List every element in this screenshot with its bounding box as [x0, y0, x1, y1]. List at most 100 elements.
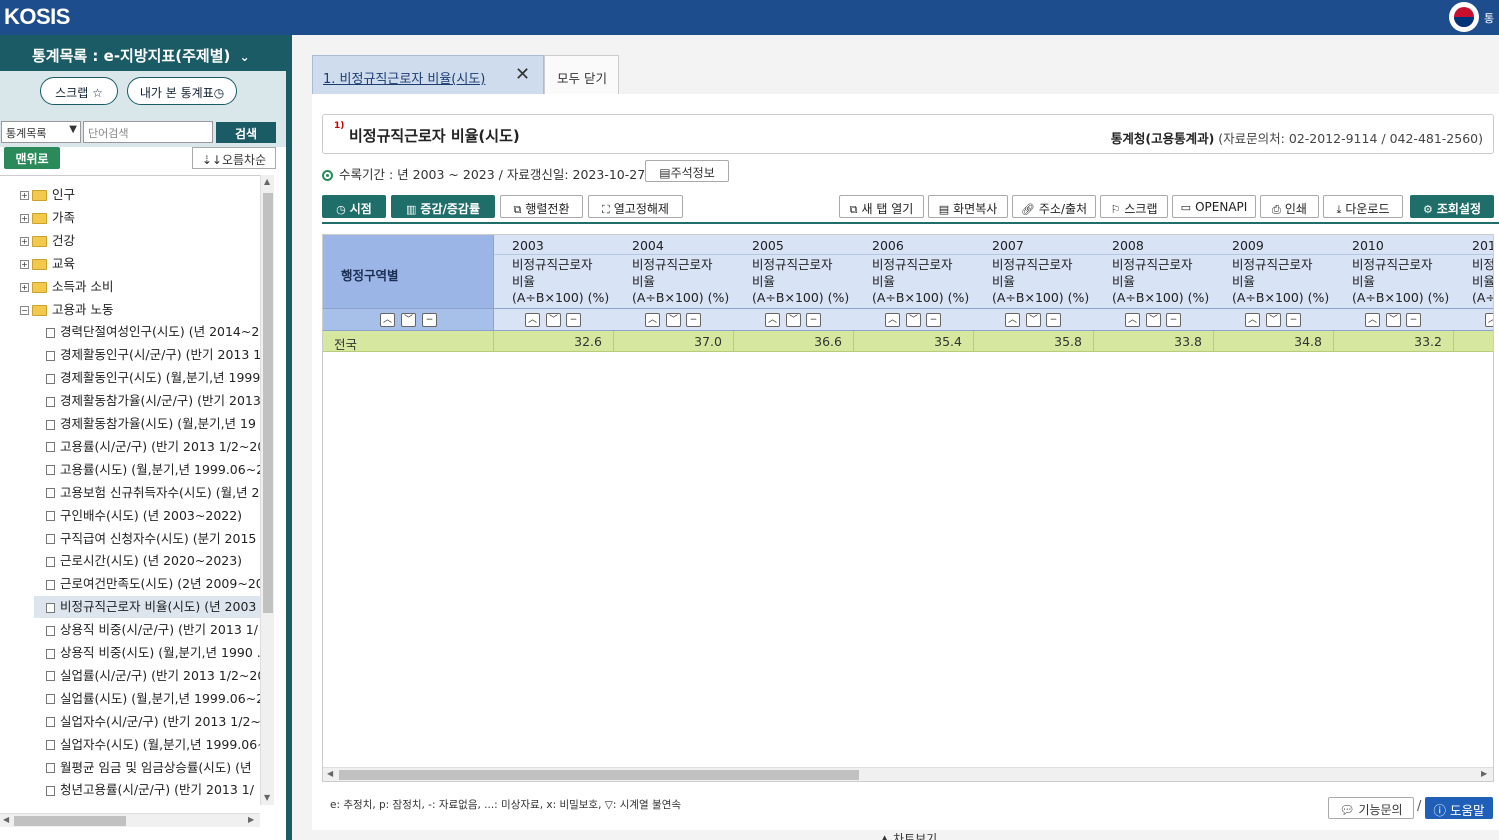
- sort-up-icon[interactable]: ︿: [1485, 313, 1493, 327]
- tree-item[interactable]: 구직급여 신청자수(시도) (분기 2015: [34, 528, 274, 550]
- tree-scroll-thumb[interactable]: [263, 193, 273, 613]
- expand-icon[interactable]: +: [20, 191, 29, 200]
- column-header[interactable]: 2008 비정규직근로자 비율 (A÷B×100) (%) ︿ ﹀ −: [1094, 235, 1214, 331]
- grid-horizontal-scrollbar[interactable]: ◀ ▶: [323, 767, 1493, 781]
- scrap-toolbar-button[interactable]: ⚐ 스크랩: [1100, 195, 1168, 218]
- sort-up-icon[interactable]: ︿: [525, 313, 540, 327]
- column-header[interactable]: 2004 비정규직근로자 비율 (A÷B×100) (%) ︿ ﹀ −: [614, 235, 734, 331]
- close-all-tabs-button[interactable]: 모두 닫기: [544, 55, 619, 94]
- scroll-down-icon[interactable]: ▼: [264, 793, 270, 802]
- sort-down-icon[interactable]: ﹀: [786, 313, 801, 327]
- tree-item[interactable]: 경제활동참가율(시/군/구) (반기 2013: [34, 390, 274, 412]
- tree-folder[interactable]: + 교육: [20, 253, 270, 275]
- tree-item[interactable]: 실업률(시/군/구) (반기 2013 1/2~20: [34, 665, 274, 687]
- new-tab-button[interactable]: ⧉ 새 탭 열기: [839, 195, 924, 218]
- tree-item[interactable]: 경제활동인구(시도) (월,분기,년 1999: [34, 367, 274, 389]
- minus-icon[interactable]: −: [926, 313, 941, 327]
- viewed-tables-button[interactable]: 내가 본 통계표◷: [127, 77, 237, 105]
- sort-up-icon[interactable]: ︿: [1125, 313, 1140, 327]
- sidebar-title[interactable]: 통계목록 : e-지방지표(주제별) ⌄: [0, 35, 286, 71]
- scroll-right-icon[interactable]: ▶: [1481, 769, 1487, 778]
- help-button[interactable]: ⓘ 도움말: [1425, 797, 1493, 819]
- pivot-button[interactable]: ⧉ 행렬전환: [500, 195, 583, 218]
- expand-icon[interactable]: +: [20, 236, 29, 246]
- tree-item[interactable]: 비정규직근로자 비율(시도) (년 2003: [34, 596, 274, 619]
- print-button[interactable]: ⎙ 인쇄: [1260, 195, 1319, 218]
- sort-down-icon[interactable]: ﹀: [1146, 313, 1161, 327]
- query-settings-button[interactable]: ⚙ 조회설정: [1410, 195, 1494, 218]
- scroll-top-button[interactable]: 맨위로: [4, 147, 60, 169]
- tree-item[interactable]: 고용보험 신규취득자수(시도) (월,년 2: [34, 482, 274, 504]
- expand-icon[interactable]: +: [20, 282, 29, 292]
- sort-down-icon[interactable]: ﹀: [1026, 313, 1041, 327]
- column-header[interactable]: 201비정규직근로자비율(A÷B×100) (%)︿﹀−: [1454, 235, 1493, 331]
- tree-item[interactable]: 청년고용률(시도) (분기,년 1999 2/4: [34, 802, 274, 805]
- sort-up-icon[interactable]: ︿: [765, 313, 780, 327]
- sort-down-icon[interactable]: ﹀: [1266, 313, 1281, 327]
- tree-folder[interactable]: − 고용과 노동: [20, 299, 270, 321]
- row-label[interactable]: 전국: [323, 331, 494, 352]
- minus-icon[interactable]: −: [1406, 313, 1421, 327]
- scroll-left-icon[interactable]: ◀: [3, 815, 9, 824]
- minus-icon[interactable]: −: [1166, 313, 1181, 327]
- scroll-left-icon[interactable]: ◀: [327, 769, 333, 778]
- sort-up-icon[interactable]: ︿: [885, 313, 900, 327]
- time-point-button[interactable]: ◷ 시점: [322, 195, 386, 218]
- tree-hscroll-thumb[interactable]: [14, 816, 126, 826]
- tree-folder[interactable]: + 소득과 소비: [20, 276, 270, 298]
- chart-view-toggle[interactable]: ▲ 차트보기: [880, 830, 937, 840]
- expand-icon[interactable]: +: [20, 213, 29, 223]
- download-button[interactable]: ⤓ 다운로드: [1323, 195, 1403, 218]
- tree-folder[interactable]: + 인구: [20, 184, 270, 206]
- column-header[interactable]: 2005 비정규직근로자 비율 (A÷B×100) (%) ︿ ﹀ −: [734, 235, 854, 331]
- tree-item[interactable]: 경제활동참가율(시도) (월,분기,년 19: [34, 413, 274, 435]
- tab-active-table[interactable]: 1. 비정규직근로자 비율(시도) ✕: [312, 55, 544, 94]
- column-header[interactable]: 2006 비정규직근로자 비율 (A÷B×100) (%) ︿ ﹀ −: [854, 235, 974, 331]
- tree-folder[interactable]: + 가족: [20, 207, 270, 229]
- column-header[interactable]: 2007 비정규직근로자 비율 (A÷B×100) (%) ︿ ﹀ −: [974, 235, 1094, 331]
- close-icon[interactable]: ✕: [515, 64, 530, 85]
- minus-icon[interactable]: −: [566, 313, 581, 327]
- tree-item[interactable]: 실업률(시도) (월,분기,년 1999.06~2: [34, 688, 274, 710]
- column-header[interactable]: 2010 비정규직근로자 비율 (A÷B×100) (%) ︿ ﹀ −: [1334, 235, 1454, 331]
- scroll-right-icon[interactable]: ▶: [248, 815, 254, 824]
- minus-icon[interactable]: −: [686, 313, 701, 327]
- sort-up-icon[interactable]: ︿: [1245, 313, 1260, 327]
- grid-hscroll-thumb[interactable]: [339, 770, 859, 780]
- sort-down-icon[interactable]: ﹀: [1386, 313, 1401, 327]
- kosis-logo[interactable]: KOSIS: [4, 4, 70, 30]
- sort-up-icon[interactable]: ︿: [380, 313, 395, 327]
- search-input[interactable]: 단어검색: [83, 121, 213, 143]
- tree-item[interactable]: 상용직 비중(시/군/구) (반기 2013 1/: [34, 619, 274, 641]
- tree-item[interactable]: 청년고용률(시/군/구) (반기 2013 1/: [34, 779, 274, 801]
- row-header-admin-region[interactable]: 행정구역별: [323, 235, 494, 309]
- search-scope-select[interactable]: 통계목록 ▼: [1, 121, 81, 143]
- tree-item[interactable]: 월평균 임금 및 임금상승률(시도) (년: [34, 757, 274, 779]
- title-footnote[interactable]: 1): [334, 121, 344, 131]
- tree-item[interactable]: 근로시간(시도) (년 2020~2023): [34, 550, 274, 572]
- expand-icon[interactable]: −: [20, 305, 29, 315]
- tree-item[interactable]: 실업자수(시도) (월,분기,년 1999.06~: [34, 734, 274, 756]
- sort-up-icon[interactable]: ︿: [1365, 313, 1380, 327]
- change-rate-button[interactable]: ▥ 증감/증감률: [391, 195, 495, 218]
- column-header[interactable]: 2003 비정규직근로자 비율 (A÷B×100) (%) ︿ ﹀ −: [494, 235, 614, 331]
- tree-item[interactable]: 경제활동인구(시/군/구) (반기 2013 1: [34, 344, 274, 366]
- tree-item[interactable]: 경력단절여성인구(시도) (년 2014~20: [34, 321, 274, 343]
- expand-icon[interactable]: +: [20, 259, 29, 269]
- footnote-info-button[interactable]: ▤주석정보: [645, 160, 729, 182]
- sort-down-icon[interactable]: ﹀: [906, 313, 921, 327]
- tree-item[interactable]: 구인배수(시도) (년 2003~2022): [34, 505, 274, 527]
- tree-item[interactable]: 상용직 비중(시도) (월,분기,년 1990 .: [34, 642, 274, 664]
- tree-item[interactable]: 고용률(시도) (월,분기,년 1999.06~2: [34, 459, 274, 481]
- sort-ascending-button[interactable]: ⇣↓오름차순: [192, 147, 276, 169]
- scroll-up-icon[interactable]: ▲: [264, 177, 270, 186]
- minus-icon[interactable]: −: [1286, 313, 1301, 327]
- sort-down-icon[interactable]: ﹀: [401, 313, 416, 327]
- tree-item[interactable]: 실업자수(시/군/구) (반기 2013 1/2~: [34, 711, 274, 733]
- tree-item[interactable]: 근로여건만족도(시도) (2년 2009~20: [34, 573, 274, 595]
- screen-copy-button[interactable]: ▤ 화면복사: [928, 195, 1008, 218]
- tree-vertical-scrollbar[interactable]: ▲ ▼: [260, 175, 274, 805]
- sort-up-icon[interactable]: ︿: [1005, 313, 1020, 327]
- sort-up-icon[interactable]: ︿: [645, 313, 660, 327]
- openapi-button[interactable]: ▭ OPENAPI: [1172, 195, 1256, 218]
